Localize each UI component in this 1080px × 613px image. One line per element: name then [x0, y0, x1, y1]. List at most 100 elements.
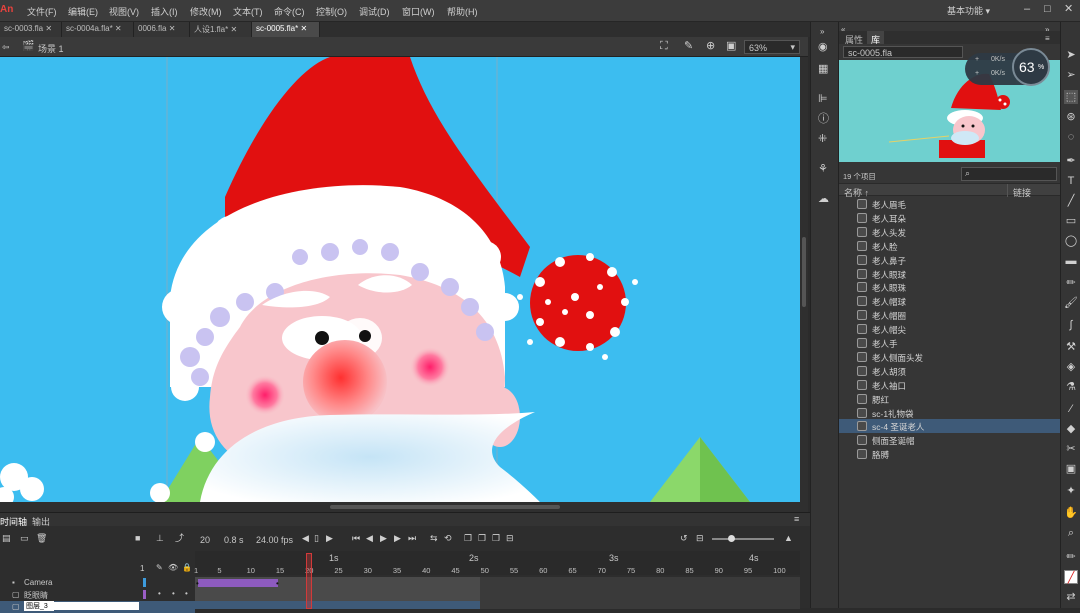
- pen-tool-icon[interactable]: ✒: [1064, 154, 1078, 168]
- rectangle-tool-icon[interactable]: ▭: [1064, 214, 1078, 228]
- pencil-tool-icon[interactable]: ✏: [1064, 276, 1078, 290]
- center-frame-icon[interactable]: ⟲: [444, 533, 452, 544]
- timeline-zoom-thumb[interactable]: [728, 535, 735, 542]
- edit-symbols-icon[interactable]: ✎: [684, 41, 693, 52]
- play-icon[interactable]: ▶: [380, 533, 387, 544]
- collapse-icon[interactable]: »: [820, 26, 824, 37]
- library-item[interactable]: 老人眼珠: [839, 280, 1061, 294]
- swap-colors-icon[interactable]: ⇄: [1064, 590, 1078, 604]
- paint-brush-tool-icon[interactable]: 🖌: [1064, 296, 1078, 310]
- loop-icon[interactable]: ⇆: [430, 533, 438, 544]
- oval-tool-icon[interactable]: ◯: [1064, 234, 1078, 248]
- delete-layer-icon[interactable]: 🗑: [36, 533, 47, 544]
- step-back-icon[interactable]: ◀: [366, 533, 373, 544]
- library-item[interactable]: 老人帽球: [839, 294, 1061, 308]
- brush-tool-icon[interactable]: ∫: [1064, 318, 1078, 332]
- back-arrow-icon[interactable]: ⇦: [2, 42, 10, 53]
- library-search-input[interactable]: ⌕: [961, 167, 1057, 181]
- menu-control[interactable]: 控制(O): [316, 5, 347, 18]
- library-item[interactable]: 老人头发: [839, 225, 1061, 239]
- free-transform-tool-icon[interactable]: ⬚: [1064, 90, 1078, 104]
- menu-file[interactable]: 文件(F): [27, 5, 57, 18]
- playhead[interactable]: [306, 553, 312, 609]
- components-icon[interactable]: ⚘: [818, 164, 828, 175]
- library-item[interactable]: 老人胡须: [839, 364, 1061, 378]
- library-item[interactable]: 老人耳朵: [839, 211, 1061, 225]
- close-icon[interactable]: ✕: [1064, 4, 1073, 15]
- prev-keyframe-icon[interactable]: ◀: [302, 533, 309, 544]
- current-frame[interactable]: 20: [200, 535, 210, 545]
- center-stage-icon[interactable]: ⊕: [706, 41, 715, 52]
- undo-zoom-icon[interactable]: ↺: [680, 533, 688, 544]
- tab-sc-0005[interactable]: sc-0005.fla* ✕: [252, 22, 320, 37]
- highlight-layers-icon[interactable]: ✎: [156, 562, 163, 573]
- line-tool-icon[interactable]: ╱: [1064, 194, 1078, 208]
- text-tool-icon[interactable]: T: [1064, 174, 1078, 188]
- lasso-tool-icon[interactable]: ◌: [1064, 130, 1078, 144]
- panel-menu-icon[interactable]: ≡: [794, 514, 799, 525]
- library-panel-icon[interactable]: ◉: [818, 42, 828, 53]
- new-layer-icon[interactable]: ▤: [2, 533, 11, 544]
- panel-menu-icon[interactable]: ≡: [1045, 33, 1050, 44]
- stage-vertical-scrollbar[interactable]: [800, 57, 808, 502]
- zoom-select[interactable]: 63% ▾: [744, 40, 800, 54]
- library-item[interactable]: 老人帽圈: [839, 308, 1061, 322]
- selection-tool-icon[interactable]: ➤: [1064, 48, 1078, 62]
- align-icon[interactable]: ⊫: [818, 94, 828, 105]
- camera-icon[interactable]: ■: [135, 533, 140, 544]
- library-item[interactable]: 老人袖口: [839, 378, 1061, 392]
- library-item[interactable]: 胳膊: [839, 447, 1061, 461]
- pin-tool-icon[interactable]: ✦: [1064, 484, 1078, 498]
- tab-output[interactable]: 输出: [32, 515, 50, 528]
- maximize-icon[interactable]: □: [1044, 4, 1051, 15]
- hand-tool-icon[interactable]: ✋: [1064, 506, 1078, 520]
- library-doc-select[interactable]: sc-0005.fla: [843, 46, 963, 58]
- stroke-color-icon[interactable]: ✏: [1064, 550, 1078, 564]
- workspace-switcher[interactable]: 基本功能 ▾: [947, 4, 990, 17]
- tab-renshe1[interactable]: 人设1.fla* ✕: [190, 22, 252, 37]
- layer-parenting-icon[interactable]: ⊥: [156, 533, 164, 544]
- library-item[interactable]: 老人脸: [839, 239, 1061, 253]
- menu-insert[interactable]: 插入(I): [151, 5, 178, 18]
- library-item[interactable]: 老人手: [839, 336, 1061, 350]
- eraser-tool-icon[interactable]: ◆: [1064, 422, 1078, 436]
- ink-bottle-tool-icon[interactable]: ⚗: [1064, 380, 1078, 394]
- mountain-icon[interactable]: ▲: [784, 533, 793, 544]
- menu-edit[interactable]: 编辑(E): [68, 5, 98, 18]
- timeline-zoom-slider[interactable]: [712, 538, 774, 540]
- graph-icon[interactable]: ⤴: [175, 533, 184, 544]
- show-all-layers-icon[interactable]: 👁: [168, 562, 178, 573]
- transform-icon[interactable]: ⁜: [818, 134, 827, 145]
- library-item[interactable]: 老人眉毛: [839, 197, 1061, 211]
- fit-stage-icon[interactable]: ⛶: [660, 41, 668, 52]
- camera-tool-icon[interactable]: ▣: [1064, 462, 1078, 476]
- menu-view[interactable]: 视图(V): [109, 5, 139, 18]
- zoom-tool-icon[interactable]: ⌕: [1064, 526, 1078, 540]
- width-tool-icon[interactable]: ✂: [1064, 442, 1078, 456]
- menu-modify[interactable]: 修改(M): [190, 5, 222, 18]
- tab-0006[interactable]: 0006.fla ✕: [134, 22, 190, 37]
- swatches-icon[interactable]: ▦: [818, 64, 828, 75]
- library-item[interactable]: 老人眼球: [839, 267, 1061, 281]
- step-forward-icon[interactable]: ▶: [394, 533, 401, 544]
- menu-text[interactable]: 文本(T): [233, 5, 263, 18]
- cc-libraries-icon[interactable]: ☁: [818, 194, 829, 205]
- layer-row-camera[interactable]: ▪ Camera: [0, 577, 195, 589]
- stage-canvas[interactable]: [0, 57, 800, 502]
- clip-stage-icon[interactable]: ▣: [726, 41, 736, 52]
- tab-sc-0003[interactable]: sc-0003.fla ✕: [0, 22, 62, 37]
- library-item[interactable]: 侧面圣诞帽: [839, 433, 1061, 447]
- library-item[interactable]: 腮红: [839, 392, 1061, 406]
- menu-help[interactable]: 帮助(H): [447, 5, 478, 18]
- edit-multiple-icon[interactable]: ❐: [492, 533, 500, 544]
- library-item[interactable]: 老人鼻子: [839, 253, 1061, 267]
- lock-all-layers-icon[interactable]: 🔒: [182, 562, 192, 573]
- menu-debug[interactable]: 调试(D): [359, 5, 390, 18]
- next-keyframe-icon[interactable]: ▶: [326, 533, 333, 544]
- paint-bucket-tool-icon[interactable]: ◈: [1064, 360, 1078, 374]
- menu-commands[interactable]: 命令(C): [274, 5, 305, 18]
- library-item[interactable]: sc-1礼物袋: [839, 406, 1061, 420]
- onion-outline-icon[interactable]: ❐: [478, 533, 486, 544]
- layer-row-3[interactable]: ▢ 图层_3: [0, 601, 195, 613]
- library-item[interactable]: sc-4 圣诞老人: [839, 419, 1061, 434]
